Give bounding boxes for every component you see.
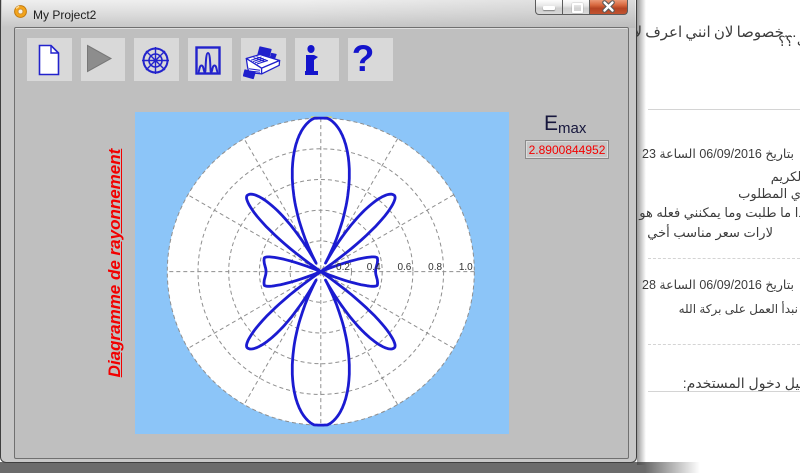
svg-text:0.2: 0.2 bbox=[336, 262, 350, 273]
svg-text:1.0: 1.0 bbox=[459, 262, 473, 273]
svg-text:0.4: 0.4 bbox=[367, 262, 381, 273]
svg-text:0.8: 0.8 bbox=[428, 262, 442, 273]
svg-text:0.6: 0.6 bbox=[397, 262, 411, 273]
